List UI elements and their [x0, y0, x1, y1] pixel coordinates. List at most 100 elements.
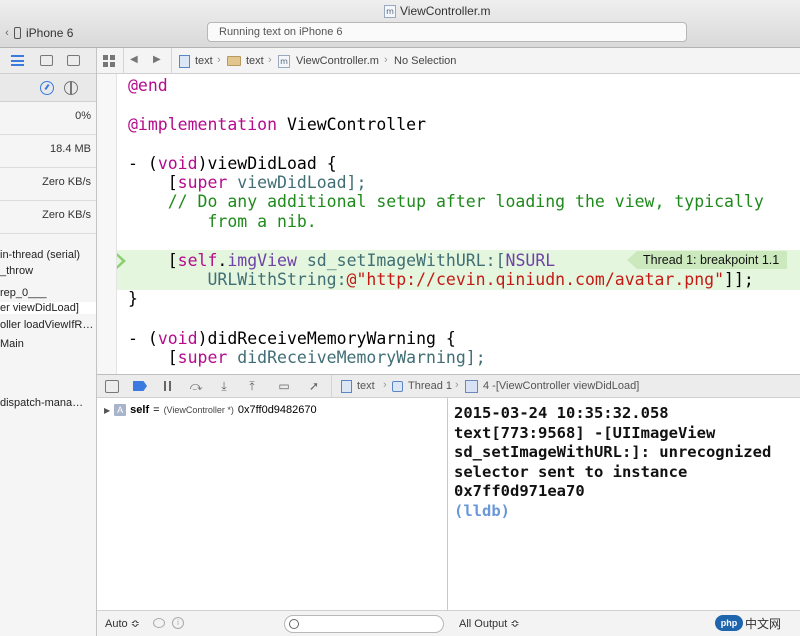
- pause-icon[interactable]: [161, 380, 175, 393]
- console-line: 0x7ff0d971ea70: [454, 482, 585, 500]
- code-comment: from a nib.: [128, 212, 317, 231]
- console-line: sd_setImageWithURL:]: unrecognized: [454, 443, 772, 461]
- variable-value: 0x7ff0d9482670: [237, 404, 317, 416]
- variables-filter-input[interactable]: [284, 615, 444, 633]
- list-icon[interactable]: [11, 55, 24, 66]
- breakpoint-annotation: Thread 1: breakpoint 1.1: [627, 251, 788, 269]
- folder-icon: [227, 56, 241, 66]
- stack-frame-icon: [465, 380, 478, 393]
- debug-crumb-project[interactable]: text: [357, 380, 375, 392]
- variables-view: ▶ A self = (ViewController *) 0x7ff0d948…: [97, 398, 448, 636]
- objc-file-icon: m: [384, 4, 396, 18]
- device-name[interactable]: iPhone 6: [26, 26, 73, 40]
- stack-frame[interactable]: _throw: [0, 265, 33, 277]
- project-icon: [341, 380, 352, 393]
- console-line: text[773:9568] -[UIImageView: [454, 423, 716, 442]
- hide-debug-area-icon[interactable]: [105, 380, 119, 393]
- disk-gauge[interactable]: Zero KB/s: [0, 168, 96, 201]
- variables-footer: Auto ≎ i: [97, 610, 448, 636]
- stack-frame-selected[interactable]: er viewDidLoad]: [0, 302, 96, 314]
- filter-icon: [289, 619, 299, 629]
- project-icon: [179, 55, 190, 68]
- editor-gutter[interactable]: [97, 74, 117, 374]
- console-view[interactable]: 2015-03-24 10:35:32.058 text[773:9568] -[…: [448, 398, 800, 636]
- debug-crumb-thread[interactable]: Thread 1: [408, 380, 452, 392]
- back-arrow-icon[interactable]: ◀: [130, 54, 138, 65]
- navigator-selector-bar: [0, 48, 96, 74]
- code-token: NSURL: [505, 251, 556, 270]
- gauge-icon[interactable]: [40, 81, 54, 95]
- stack-frame[interactable]: Main: [0, 338, 24, 350]
- cpu-value: 0%: [75, 110, 91, 122]
- breadcrumb-project[interactable]: text: [195, 55, 213, 67]
- watermark-logo: php 中文网: [700, 612, 796, 634]
- code-token: URLWithString:: [128, 270, 347, 289]
- disk-value: Zero KB/s: [42, 176, 91, 188]
- debug-navigator: 0% 18.4 MB Zero KB/s Zero KB/s in-thread…: [0, 48, 97, 636]
- memory-value: 18.4 MB: [50, 143, 91, 155]
- stack-frame[interactable]: in-thread (serial): [0, 249, 80, 261]
- step-out-icon[interactable]: ⤒: [245, 380, 259, 393]
- forward-arrow-icon[interactable]: ▶: [153, 54, 161, 65]
- code-token: )didReceiveMemoryWarning {: [197, 329, 456, 348]
- variable-row[interactable]: ▶ A self = (ViewController *) 0x7ff0d948…: [104, 403, 317, 417]
- variables-scope-select[interactable]: Auto ≎: [105, 617, 140, 630]
- chevron-right-icon: ›: [217, 54, 221, 66]
- breadcrumb-symbol[interactable]: No Selection: [394, 55, 456, 67]
- debug-bar: ⤼ ⤓ ⤒ ▭ ➚ text › Thread 1 › 4 -[ViewCont…: [97, 374, 800, 398]
- step-into-icon[interactable]: ⤓: [217, 380, 231, 393]
- chevron-right-icon: ›: [384, 54, 388, 66]
- code-token: .: [217, 251, 228, 270]
- location-icon[interactable]: ➚: [307, 380, 321, 393]
- variable-kind-badge: A: [114, 404, 127, 416]
- chevron-right-icon: ›: [268, 54, 272, 66]
- stack-frame[interactable]: dispatch-mana…: [0, 397, 83, 409]
- breakpoints-toggle-icon[interactable]: [133, 381, 147, 391]
- message-icon[interactable]: [67, 55, 80, 66]
- code-token: - (: [128, 329, 158, 348]
- code-token: imgView: [227, 251, 297, 270]
- stack-frame[interactable]: oller loadViewIfR…: [0, 319, 93, 331]
- tag-icon[interactable]: [40, 55, 53, 66]
- lldb-prompt[interactable]: (lldb): [454, 502, 771, 522]
- debug-crumb-frame[interactable]: 4 -[ViewController viewDidLoad]: [483, 380, 639, 392]
- network-gauge[interactable]: Zero KB/s: [0, 201, 96, 234]
- breadcrumb-group[interactable]: text: [246, 55, 264, 67]
- source-editor[interactable]: @end @implementation ViewController - (v…: [97, 74, 800, 374]
- jump-bar: ◀ ▶ text › text › m ViewController.m › N…: [97, 48, 800, 74]
- console-output-select[interactable]: All Output ≎: [459, 617, 520, 630]
- breadcrumb-file[interactable]: ViewController.m: [296, 55, 379, 67]
- watermark-badge: php: [714, 615, 743, 631]
- network-value: Zero KB/s: [42, 209, 91, 221]
- code-token: void: [157, 329, 198, 348]
- debug-navigator-header: [0, 74, 96, 102]
- step-over-icon[interactable]: ⤼: [189, 380, 203, 393]
- view-hierarchy-icon[interactable]: ▭: [277, 380, 291, 393]
- info-icon[interactable]: i: [172, 617, 184, 629]
- thread-icon: [392, 381, 403, 392]
- memory-gauge[interactable]: 18.4 MB: [0, 135, 96, 168]
- thread-view-icon[interactable]: [64, 81, 78, 95]
- code-token: ViewController: [277, 115, 427, 134]
- cpu-gauge[interactable]: 0%: [0, 102, 96, 135]
- divider: [123, 48, 124, 74]
- code-token: @end: [128, 76, 168, 95]
- code-token: }: [128, 289, 138, 308]
- iphone-icon: [14, 27, 21, 39]
- related-items-icon[interactable]: [103, 55, 115, 67]
- chevron-right-icon: ›: [455, 379, 459, 391]
- console-line: 2015-03-24 10:35:32.058: [454, 404, 669, 422]
- scheme-selector[interactable]: ‹ iPhone 6: [0, 22, 90, 44]
- activity-status: Running text on iPhone 6: [219, 26, 343, 38]
- variable-type: (ViewController *): [163, 405, 234, 415]
- disclosure-triangle-icon[interactable]: ▶: [104, 406, 110, 415]
- chevron-right-icon: ›: [383, 379, 387, 391]
- stack-frame[interactable]: rep_0___: [0, 287, 47, 299]
- code-token: )viewDidLoad {: [197, 154, 337, 173]
- console-output[interactable]: 2015-03-24 10:35:32.058 text[773:9568] -[…: [454, 404, 771, 521]
- window-titlebar: m ViewController.m ‹ iPhone 6 Running te…: [0, 0, 800, 48]
- code-text[interactable]: @end @implementation ViewController - (v…: [128, 74, 764, 367]
- code-token: void: [157, 154, 198, 173]
- code-token: super: [177, 173, 228, 192]
- quick-look-icon[interactable]: [153, 618, 165, 628]
